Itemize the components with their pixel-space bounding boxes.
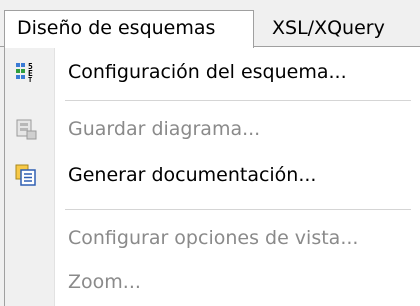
menu-tab-schema-design[interactable]: Diseño de esquemas bbox=[4, 10, 254, 48]
menu-item-save-diagram[interactable]: Guardar diagrama... bbox=[5, 109, 415, 149]
menu-tab-label: XSL/XQuery bbox=[272, 17, 385, 39]
menu-item-view-options[interactable]: Configurar opciones de vista... bbox=[5, 218, 415, 258]
menu-tab-label: Diseño de esquemas bbox=[17, 17, 216, 39]
dropdown-menu: 5 E T Configuración del esquema... Guard… bbox=[4, 47, 420, 306]
menu-separator bbox=[65, 209, 411, 210]
svg-text:T: T bbox=[28, 76, 32, 83]
save-diagram-icon bbox=[15, 118, 37, 140]
generate-documentation-icon bbox=[15, 164, 37, 186]
application-window: Diseño de esquemas XSL/XQuery 5 E T Conf… bbox=[0, 0, 420, 306]
menu-tab-xsl-xquery[interactable]: XSL/XQuery bbox=[260, 11, 410, 47]
menu-item-label: Configurar opciones de vista... bbox=[68, 227, 359, 249]
menu-separator bbox=[65, 100, 411, 101]
menu-bar: Diseño de esquemas XSL/XQuery bbox=[0, 0, 420, 48]
menu-item-zoom[interactable]: Zoom... bbox=[5, 262, 415, 302]
schema-settings-icon: 5 E T bbox=[15, 61, 37, 84]
menu-item-label: Generar documentación... bbox=[68, 164, 317, 186]
menu-item-schema-settings[interactable]: 5 E T Configuración del esquema... bbox=[5, 52, 415, 92]
menu-item-label: Guardar diagrama... bbox=[68, 118, 261, 140]
menu-item-label: Zoom... bbox=[68, 271, 141, 293]
menu-item-label: Configuración del esquema... bbox=[68, 61, 347, 83]
menu-item-generate-documentation[interactable]: Generar documentación... bbox=[5, 155, 415, 195]
